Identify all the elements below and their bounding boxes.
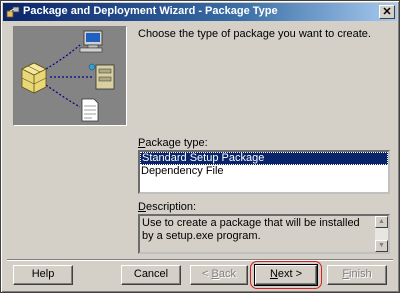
title-bar[interactable]: Package and Deployment Wizard - Package … [3,3,397,21]
package-box-icon [21,62,47,94]
description-text: Use to create a package that will be ins… [142,217,360,242]
description-scrollbar[interactable]: ▲ ▼ [375,216,388,252]
back-button[interactable]: < Back [190,265,248,285]
computer-icon [79,30,103,53]
list-item-standard-setup-package[interactable]: Standard Setup Package [140,152,388,165]
next-button-highlight [250,261,322,289]
button-separator [7,259,393,261]
document-icon [81,98,99,122]
wizard-icon [6,6,20,18]
list-item-dependency-file[interactable]: Dependency File [140,165,388,178]
scroll-up-arrow-icon[interactable]: ▲ [375,216,388,228]
description-label: Description: [138,201,197,213]
description-box: Use to create a package that will be ins… [138,214,390,254]
scroll-down-arrow-icon[interactable]: ▼ [375,240,388,252]
finish-button[interactable]: Finish [327,265,387,285]
wizard-illustration [13,26,127,126]
help-button[interactable]: Help [13,265,73,285]
instruction-text: Choose the type of package you want to c… [138,28,371,40]
window-title: Package and Deployment Wizard - Package … [23,5,278,17]
package-type-label: Package type: [138,137,208,149]
close-button[interactable]: ✕ [379,5,395,19]
server-icon [88,63,115,90]
wizard-window: Package and Deployment Wizard - Package … [0,0,400,293]
cancel-button[interactable]: Cancel [121,265,181,285]
package-type-list[interactable]: Standard Setup Package Dependency File [138,150,390,194]
